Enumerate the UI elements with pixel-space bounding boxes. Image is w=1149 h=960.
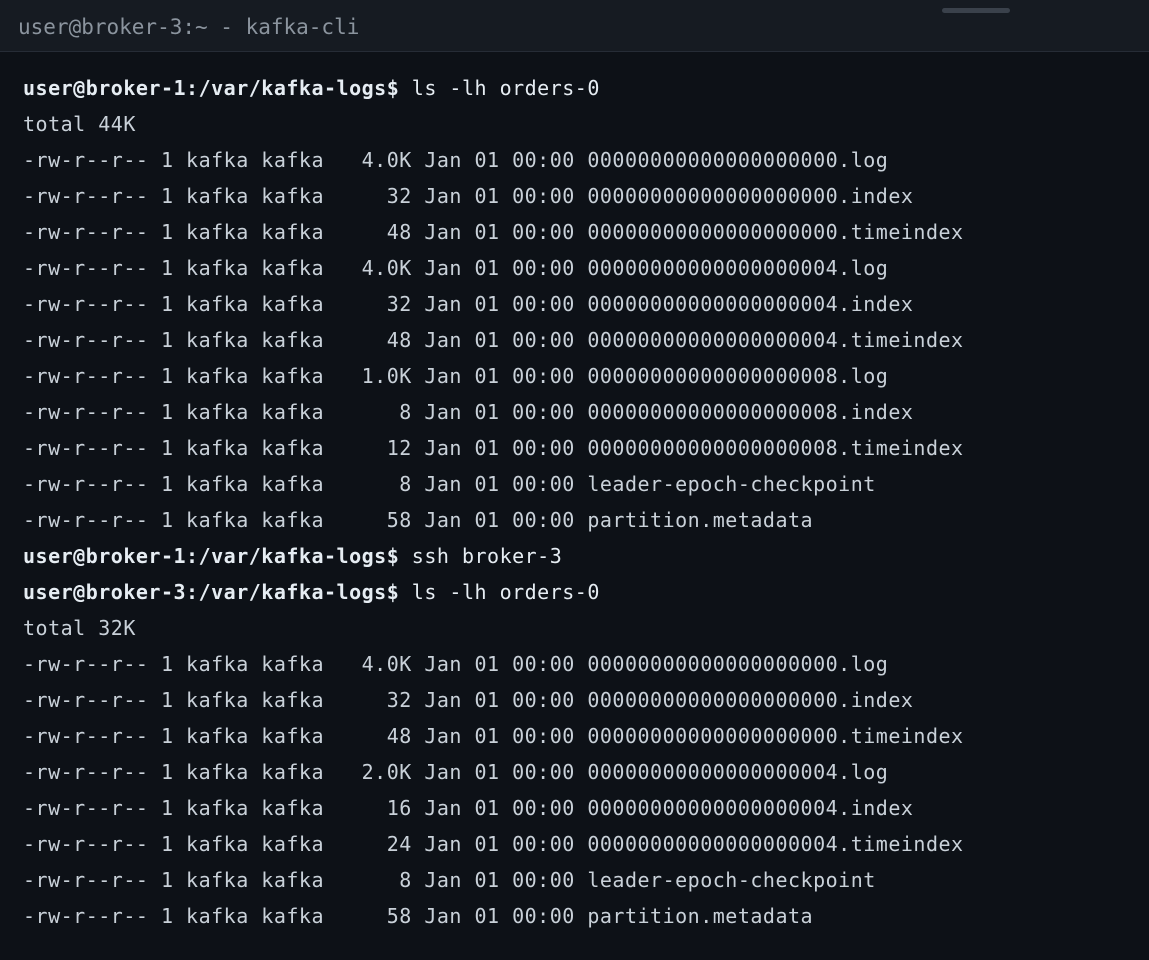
- shell-prompt: user@broker-1:/var/kafka-logs$: [23, 544, 400, 568]
- output-line: -rw-r--r-- 1 kafka kafka 4.0K Jan 01 00:…: [23, 652, 889, 676]
- output-line: -rw-r--r-- 1 kafka kafka 4.0K Jan 01 00:…: [23, 256, 889, 280]
- terminal-window: user@broker-3:~ - kafka-cli user@broker-…: [0, 0, 1149, 960]
- output-line: -rw-r--r-- 1 kafka kafka 48 Jan 01 00:00…: [23, 220, 964, 244]
- output-line: -rw-r--r-- 1 kafka kafka 58 Jan 01 00:00…: [23, 508, 814, 532]
- output-line: -rw-r--r-- 1 kafka kafka 48 Jan 01 00:00…: [23, 328, 964, 352]
- terminal-output[interactable]: user@broker-1:/var/kafka-logs$ ls -lh or…: [23, 70, 1143, 934]
- output-line: -rw-r--r-- 1 kafka kafka 58 Jan 01 00:00…: [23, 904, 814, 928]
- output-line: -rw-r--r-- 1 kafka kafka 8 Jan 01 00:00 …: [23, 868, 876, 892]
- title-bar[interactable]: user@broker-3:~ - kafka-cli: [0, 0, 1149, 52]
- output-line: -rw-r--r-- 1 kafka kafka 24 Jan 01 00:00…: [23, 832, 964, 856]
- output-line: total 32K: [23, 616, 136, 640]
- output-line: -rw-r--r-- 1 kafka kafka 8 Jan 01 00:00 …: [23, 400, 914, 424]
- output-line: -rw-r--r-- 1 kafka kafka 16 Jan 01 00:00…: [23, 796, 914, 820]
- prompt-line: user@broker-1:/var/kafka-logs$ ssh broke…: [23, 538, 1143, 574]
- output-line: -rw-r--r-- 1 kafka kafka 12 Jan 01 00:00…: [23, 436, 964, 460]
- window-title: user@broker-3:~ - kafka-cli: [18, 15, 360, 39]
- shell-prompt: user@broker-3:/var/kafka-logs$: [23, 580, 400, 604]
- output-line: -rw-r--r-- 1 kafka kafka 32 Jan 01 00:00…: [23, 184, 914, 208]
- prompt-line: user@broker-3:/var/kafka-logs$ ls -lh or…: [23, 574, 1143, 610]
- output-line: -rw-r--r-- 1 kafka kafka 32 Jan 01 00:00…: [23, 688, 914, 712]
- output-line: -rw-r--r-- 1 kafka kafka 1.0K Jan 01 00:…: [23, 364, 889, 388]
- shell-command: ls -lh orders-0: [399, 76, 600, 100]
- output-line: -rw-r--r-- 1 kafka kafka 8 Jan 01 00:00 …: [23, 472, 876, 496]
- output-line: total 44K: [23, 112, 136, 136]
- output-line: -rw-r--r-- 1 kafka kafka 4.0K Jan 01 00:…: [23, 148, 889, 172]
- drag-handle-icon[interactable]: [942, 8, 1010, 13]
- output-line: -rw-r--r-- 1 kafka kafka 32 Jan 01 00:00…: [23, 292, 914, 316]
- shell-command: ls -lh orders-0: [399, 580, 600, 604]
- shell-prompt: user@broker-1:/var/kafka-logs$: [23, 76, 400, 100]
- output-line: -rw-r--r-- 1 kafka kafka 48 Jan 01 00:00…: [23, 724, 964, 748]
- output-line: -rw-r--r-- 1 kafka kafka 2.0K Jan 01 00:…: [23, 760, 889, 784]
- prompt-line: user@broker-1:/var/kafka-logs$ ls -lh or…: [23, 70, 1143, 106]
- shell-command: ssh broker-3: [399, 544, 563, 568]
